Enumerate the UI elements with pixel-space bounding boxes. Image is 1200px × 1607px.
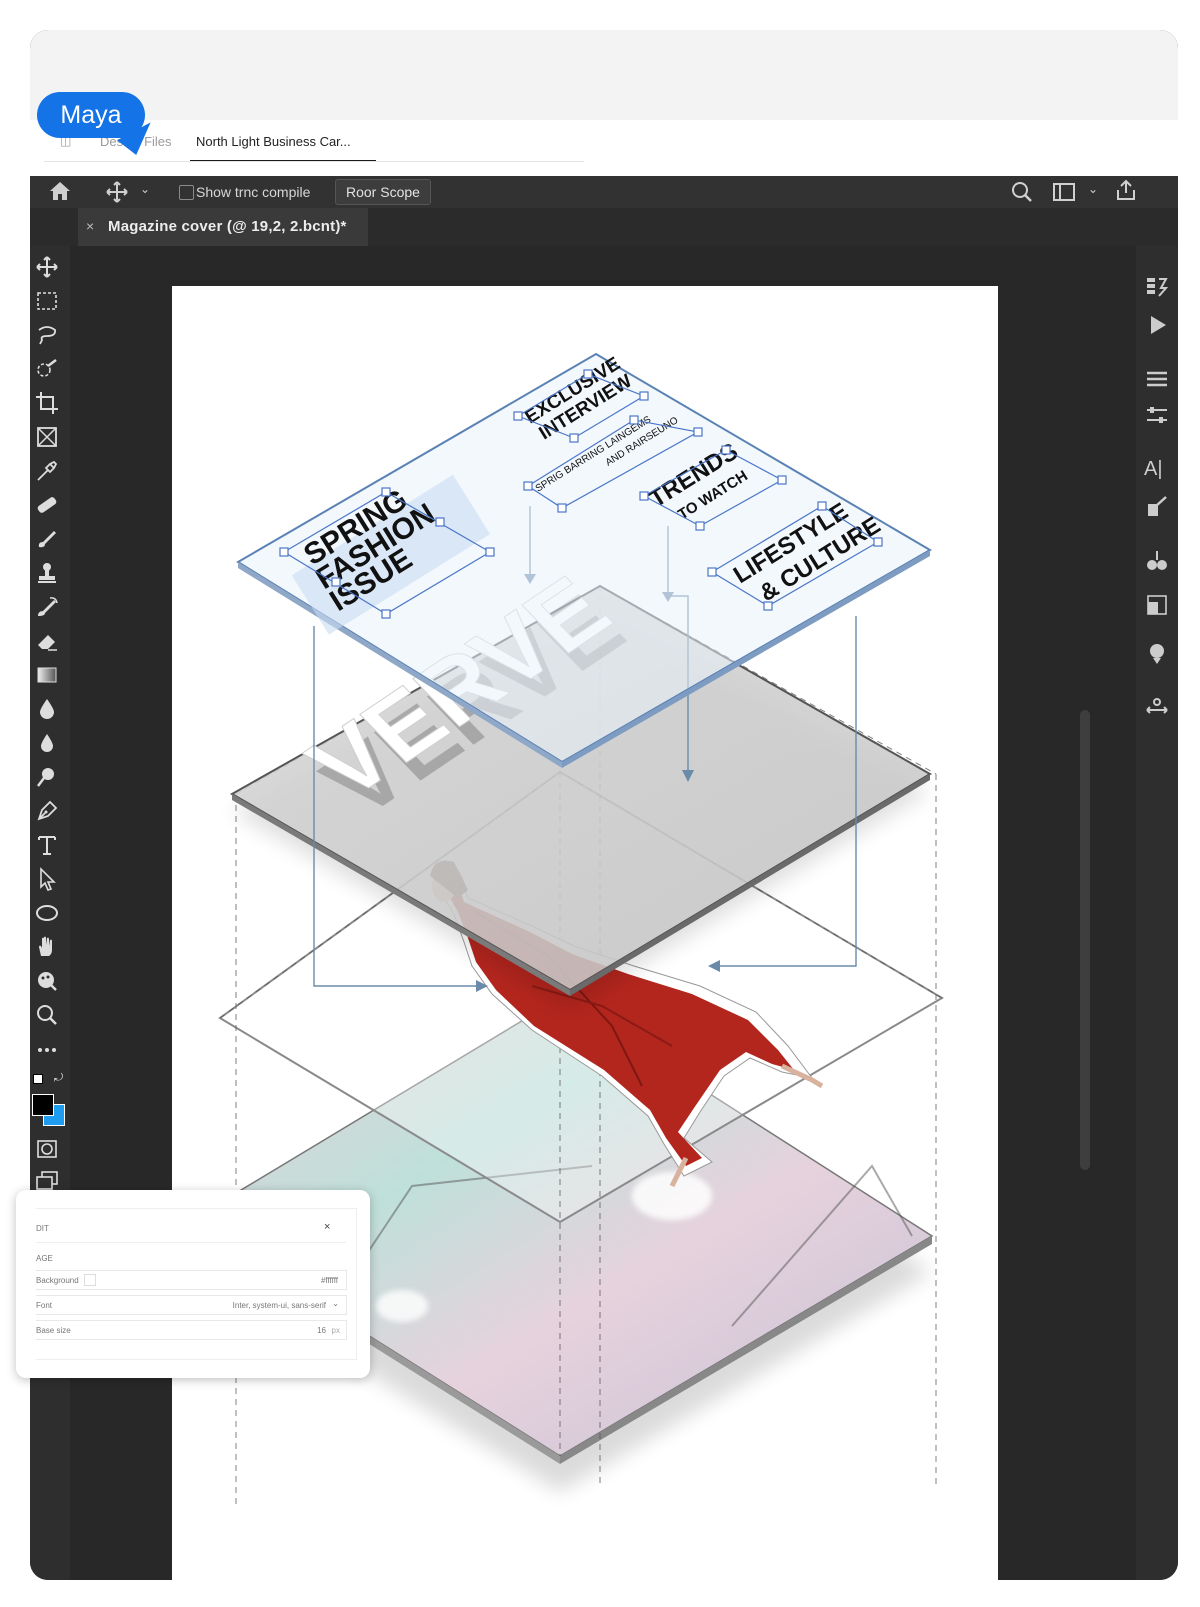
document-canvas[interactable]: VERVE VERVE	[172, 286, 998, 1580]
crop-icon[interactable]	[34, 390, 60, 416]
search-icon[interactable]	[1010, 180, 1034, 209]
edit-panel-header: DIT	[36, 1224, 49, 1233]
more-tools-icon[interactable]	[34, 1036, 60, 1062]
workspace-icon[interactable]	[1052, 181, 1076, 208]
zoom-icon[interactable]	[34, 1002, 60, 1028]
document-tab[interactable]: × Magazine cover (@ 19,2, 2.bcnt)*	[78, 208, 368, 246]
close-panel-icon[interactable]: ×	[324, 1221, 330, 1233]
font-value[interactable]: Inter, system-ui, sans-serif	[233, 1301, 326, 1310]
scope-button[interactable]: Roor Scope	[335, 179, 431, 205]
pen-icon[interactable]	[34, 798, 60, 824]
document-tab-title: Magazine cover (@ 19,2, 2.bcnt)*	[108, 218, 347, 235]
panels-dock: A|	[1136, 246, 1178, 1580]
swap-colors-icon[interactable]: ⤾	[54, 1072, 63, 1085]
move-icon[interactable]	[34, 254, 60, 280]
eraser-icon[interactable]	[34, 628, 60, 654]
close-tab-icon[interactable]: ×	[86, 218, 94, 234]
base-size-value[interactable]: 16	[317, 1326, 326, 1335]
panel-header-divider	[36, 1242, 346, 1243]
background-value[interactable]: #ffffff	[321, 1276, 338, 1285]
share-icon[interactable]	[1114, 178, 1138, 207]
stamp-icon[interactable]	[34, 560, 60, 586]
base-size-unit: px	[331, 1326, 340, 1335]
adjustments-icon[interactable]	[1144, 402, 1170, 428]
styles-icon[interactable]	[1144, 548, 1170, 574]
eyedropper-icon[interactable]	[34, 458, 60, 484]
rotate-view-icon[interactable]	[34, 968, 60, 994]
background-row[interactable]: Background #ffffff	[36, 1270, 347, 1290]
quick-mask-icon[interactable]	[34, 1136, 60, 1162]
base-size-row[interactable]: Base size 16 px	[36, 1320, 347, 1340]
vertical-scrollbar[interactable]	[1080, 710, 1090, 1170]
document-tab-bar: × Magazine cover (@ 19,2, 2.bcnt)*	[30, 208, 1178, 246]
lasso-icon[interactable]	[34, 322, 60, 348]
healing-brush-icon[interactable]	[34, 492, 60, 518]
home-icon[interactable]	[48, 180, 72, 207]
background-label: Background	[36, 1276, 79, 1285]
dodge-icon[interactable]	[34, 764, 60, 790]
paragraph-icon[interactable]	[1144, 366, 1170, 392]
path-select-icon[interactable]	[34, 866, 60, 892]
tools-panel: ⤾	[30, 246, 70, 1580]
marquee-icon[interactable]	[34, 288, 60, 314]
quick-select-icon[interactable]	[34, 356, 60, 382]
sharpen-icon[interactable]	[34, 730, 60, 756]
browser-top-strip	[30, 30, 1178, 120]
base-size-label: Base size	[36, 1326, 71, 1335]
brush-icon[interactable]	[34, 526, 60, 552]
font-label: Font	[36, 1301, 53, 1310]
frame-icon[interactable]	[34, 424, 60, 450]
options-bar: ⌄ Show trnc compile Roor Scope ⌄	[30, 176, 1178, 209]
transform-icon[interactable]	[1144, 694, 1170, 720]
tab-active-document[interactable]: North Light Business Car...	[196, 134, 351, 149]
show-compile-label: Show trnc compile	[196, 184, 311, 200]
hand-icon[interactable]	[34, 934, 60, 960]
default-colors-icon[interactable]	[33, 1074, 43, 1084]
workspace-chevron-icon[interactable]: ⌄	[1088, 182, 1098, 196]
project-tab-bar: ◫ Design Files North Light Business Car.…	[30, 120, 1178, 176]
background-swatch[interactable]	[84, 1274, 96, 1286]
character-icon[interactable]: A|	[1144, 458, 1170, 484]
tab-divider	[44, 161, 584, 162]
gradient-icon[interactable]	[34, 662, 60, 688]
plugins-icon[interactable]	[1144, 640, 1170, 666]
foreground-color-swatch[interactable]	[32, 1094, 54, 1116]
edit-panel: DIT × AGE Background #ffffff Font Inter,…	[16, 1190, 370, 1378]
type-icon[interactable]	[34, 832, 60, 858]
edit-panel-section: AGE	[36, 1254, 53, 1263]
exploded-layer-artwork: VERVE VERVE	[186, 352, 944, 1506]
chevron-down-icon[interactable]: ⌄	[140, 182, 150, 196]
collaborator-cursor-label: Maya	[37, 92, 145, 138]
ellipse-icon[interactable]	[34, 900, 60, 926]
font-row[interactable]: Font Inter, system-ui, sans-serif ⌄	[36, 1295, 347, 1315]
history-brush-icon[interactable]	[34, 594, 60, 620]
font-dropdown-icon[interactable]: ⌄	[332, 1299, 339, 1308]
layers-comp-icon[interactable]	[1144, 592, 1170, 618]
move-tool-icon[interactable]	[105, 180, 129, 209]
show-compile-checkbox[interactable]	[179, 185, 194, 200]
blur-icon[interactable]	[34, 696, 60, 722]
libraries-icon[interactable]	[1144, 274, 1170, 300]
brushes-icon[interactable]	[1144, 494, 1170, 520]
play-action-icon[interactable]	[1144, 312, 1170, 338]
